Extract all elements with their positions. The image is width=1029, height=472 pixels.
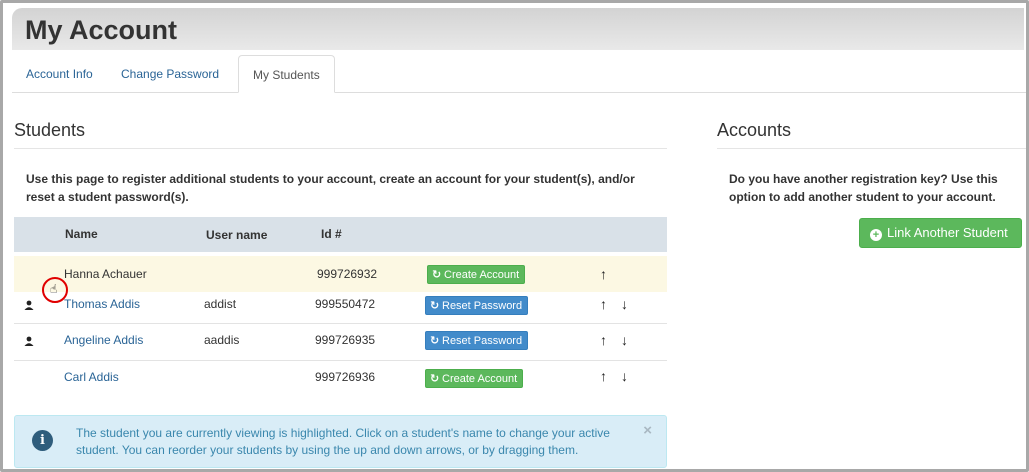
refresh-icon: ↻ xyxy=(430,300,440,312)
table-row[interactable]: Angeline Addis aaddis 999726935 ↻ Reset P… xyxy=(14,324,667,360)
student-name-link[interactable]: Carl Addis xyxy=(64,370,119,384)
hand-cursor-icon: ☝ xyxy=(50,282,58,296)
student-username: aaddis xyxy=(204,333,240,347)
move-down-arrow-icon[interactable]: ↓ xyxy=(621,332,628,348)
create-account-label: Create Account xyxy=(442,373,518,385)
reset-password-label: Reset Password xyxy=(442,335,523,347)
create-account-button[interactable]: ↻ Create Account xyxy=(427,265,526,284)
student-id: 999726932 xyxy=(317,267,378,281)
accounts-heading: Accounts xyxy=(717,120,792,140)
students-table-header: Name User name Id # xyxy=(14,217,667,252)
close-icon[interactable]: × xyxy=(643,422,652,439)
table-row[interactable]: Hanna Achauer 999726932 ↻ Create Account … xyxy=(14,256,667,292)
table-row[interactable]: Thomas Addis addist 999550472 ↻ Reset Pas… xyxy=(14,292,667,324)
user-icon xyxy=(24,336,34,346)
tab-bar: Account Info Change Password My Students xyxy=(12,55,1026,93)
students-intro: Use this page to register additional stu… xyxy=(26,172,635,204)
move-down-arrow-icon[interactable]: ↓ xyxy=(621,296,628,312)
student-name-link[interactable]: Thomas Addis xyxy=(64,297,140,311)
create-account-label: Create Account xyxy=(444,269,520,281)
students-heading: Students xyxy=(14,120,86,140)
student-username: addist xyxy=(204,297,237,311)
column-header-name: Name xyxy=(65,227,98,241)
reset-password-label: Reset Password xyxy=(442,300,523,312)
student-name-link[interactable]: Angeline Addis xyxy=(64,333,143,347)
link-another-student-button[interactable]: + Link Another Student xyxy=(859,218,1022,248)
user-icon xyxy=(24,300,34,310)
cursor-highlight: ☝ xyxy=(42,277,68,303)
move-up-arrow-icon[interactable]: ↑ xyxy=(600,266,607,282)
student-id: 999550472 xyxy=(315,297,376,311)
tab-account-info[interactable]: Account Info xyxy=(12,55,107,93)
move-up-arrow-icon[interactable]: ↑ xyxy=(600,368,607,384)
plus-circle-icon: + xyxy=(870,229,882,241)
reset-password-button[interactable]: ↻ Reset Password xyxy=(425,331,529,350)
move-up-arrow-icon[interactable]: ↑ xyxy=(600,296,607,312)
app-window: My Account Account Info Change Password … xyxy=(0,0,1029,472)
refresh-icon: ↻ xyxy=(432,269,442,281)
student-id: 999726936 xyxy=(315,370,376,384)
column-header-username: User name xyxy=(206,228,268,242)
refresh-icon: ↻ xyxy=(430,335,440,347)
table-row[interactable]: Carl Addis 999726936 ↻ Create Account ↑ ↓ xyxy=(14,361,667,397)
student-id: 999726935 xyxy=(315,333,376,347)
accounts-text: Do you have another registration key? Us… xyxy=(729,172,998,204)
page-title: My Account xyxy=(25,15,178,45)
tab-my-students[interactable]: My Students xyxy=(238,55,335,93)
title-bar: My Account xyxy=(12,8,1024,50)
move-down-arrow-icon[interactable]: ↓ xyxy=(621,368,628,384)
reset-password-button[interactable]: ↻ Reset Password xyxy=(425,296,529,315)
column-header-id: Id # xyxy=(321,227,342,241)
info-alert: i The student you are currently viewing … xyxy=(14,415,667,468)
accounts-divider xyxy=(717,148,1026,149)
info-alert-text: The student you are currently viewing is… xyxy=(76,426,610,457)
student-name[interactable]: Hanna Achauer xyxy=(64,267,147,281)
create-account-button[interactable]: ↻ Create Account xyxy=(425,369,524,388)
link-another-student-label: Link Another Student xyxy=(887,225,1008,240)
students-divider xyxy=(14,148,667,149)
move-up-arrow-icon[interactable]: ↑ xyxy=(600,332,607,348)
tab-change-password[interactable]: Change Password xyxy=(107,55,233,93)
refresh-icon: ↻ xyxy=(430,373,440,385)
info-icon: i xyxy=(32,430,53,451)
